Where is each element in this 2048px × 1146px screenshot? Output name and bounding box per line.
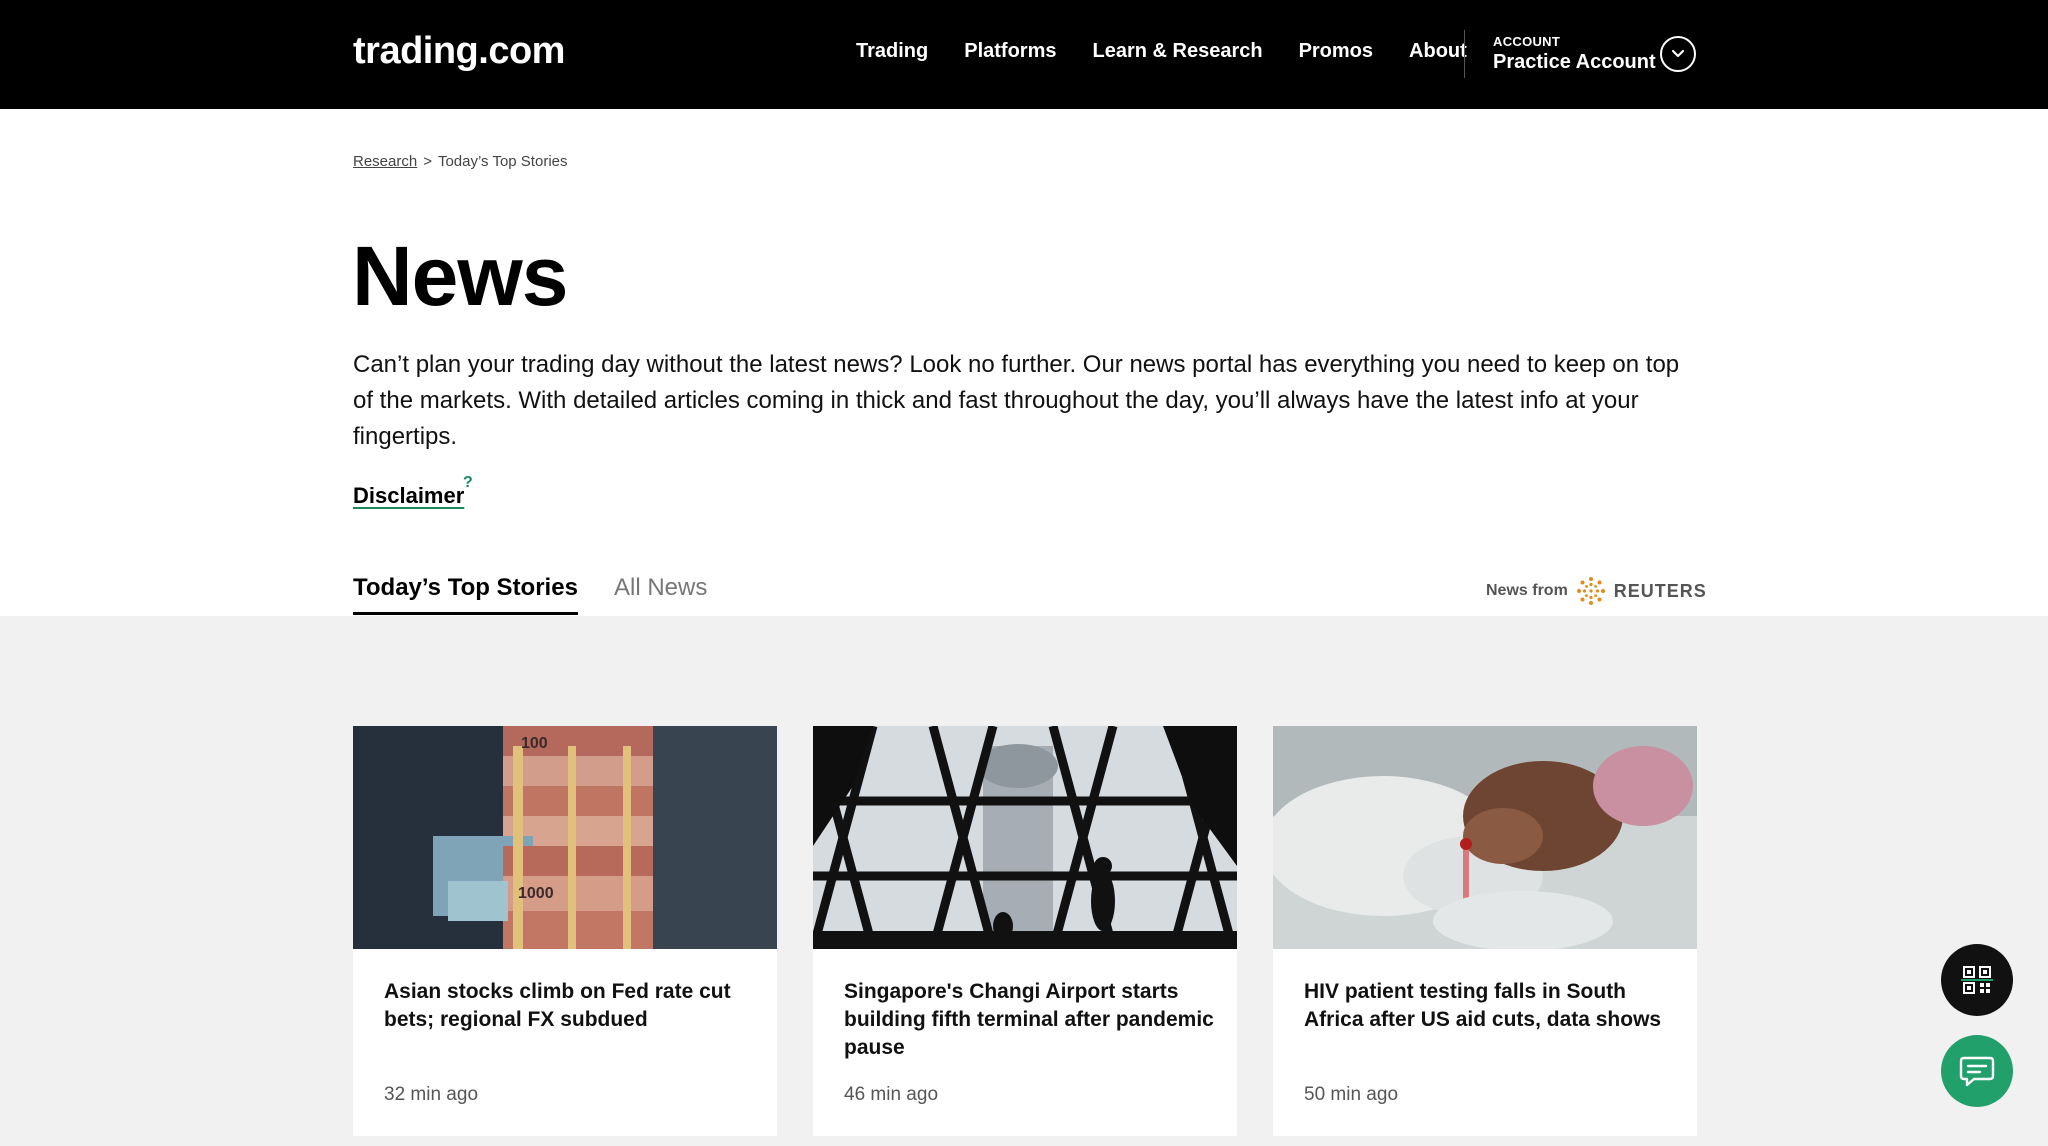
news-source-label: News from [1486, 582, 1568, 599]
nav-divider [1464, 30, 1465, 78]
breadcrumb-research-link[interactable]: Research [353, 153, 417, 170]
disclaimer-link[interactable]: Disclaimer [353, 483, 464, 509]
story-title[interactable]: Singapore's Changi Airport starts buildi… [844, 978, 1214, 1062]
site-logo[interactable]: trading.com [353, 30, 565, 73]
story-card[interactable]: HIV patient testing falls in South Afric… [1273, 726, 1697, 1136]
story-title[interactable]: Asian stocks climb on Fed rate cut bets;… [384, 978, 754, 1034]
breadcrumb-current: Today’s Top Stories [437, 153, 568, 170]
qr-code-button[interactable] [1941, 944, 2013, 1016]
story-image-hiv-test-art [1273, 726, 1697, 949]
svg-text:1000: 1000 [518, 885, 554, 902]
nav-about[interactable]: About [1409, 40, 1467, 63]
account-dropdown-button[interactable] [1660, 36, 1696, 72]
story-card[interactable]: 100 1000 Asian stocks climb on Fed rate … [353, 726, 777, 1136]
breadcrumb-separator: > [423, 153, 432, 170]
disclaimer-help-marker[interactable]: ? [463, 474, 473, 492]
story-image-banknotes-art: 100 1000 [353, 726, 777, 949]
story-image-airport[interactable] [813, 726, 1237, 949]
chevron-down-icon [1671, 49, 1685, 58]
story-title[interactable]: HIV patient testing falls in South Afric… [1304, 978, 1674, 1034]
nav-learn-research[interactable]: Learn & Research [1092, 40, 1262, 63]
tab-todays-top-stories[interactable]: Today’s Top Stories [353, 574, 578, 615]
story-card[interactable]: Singapore's Changi Airport starts buildi… [813, 726, 1237, 1136]
nav-trading[interactable]: Trading [856, 40, 928, 63]
story-time: 50 min ago [1304, 1084, 1399, 1105]
breadcrumb: Research > Today’s Top Stories [353, 153, 568, 170]
news-source: News from REUTERS [1486, 576, 1707, 606]
svg-text:100: 100 [521, 735, 548, 752]
tab-all-news[interactable]: All News [614, 574, 707, 602]
page-title: News [352, 229, 568, 323]
account-name: Practice Account [1493, 51, 1656, 73]
account-label: ACCOUNT [1493, 34, 1561, 49]
nav-promos[interactable]: Promos [1299, 40, 1373, 63]
intro-paragraph: Can’t plan your trading day without the … [353, 351, 1680, 450]
nav-platforms[interactable]: Platforms [964, 40, 1056, 63]
top-navigation-bar: trading.com Trading Platforms Learn & Re… [0, 0, 2048, 109]
chat-button[interactable] [1941, 1035, 2013, 1107]
main-nav: Trading Platforms Learn & Research Promo… [856, 40, 1503, 63]
story-image-airport-art [813, 726, 1237, 949]
story-image-hiv-test[interactable] [1273, 726, 1697, 949]
story-image-banknotes[interactable]: 100 1000 [353, 726, 777, 949]
story-time: 32 min ago [384, 1084, 479, 1105]
qr-code-icon [1961, 966, 1993, 994]
reuters-logo-icon [1576, 577, 1605, 605]
account-menu[interactable]: ACCOUNT Practice Account [1493, 34, 1656, 74]
news-source-brand: REUTERS [1613, 580, 1707, 601]
chat-bubble-icon [1959, 1056, 1995, 1087]
story-time: 46 min ago [844, 1084, 939, 1105]
